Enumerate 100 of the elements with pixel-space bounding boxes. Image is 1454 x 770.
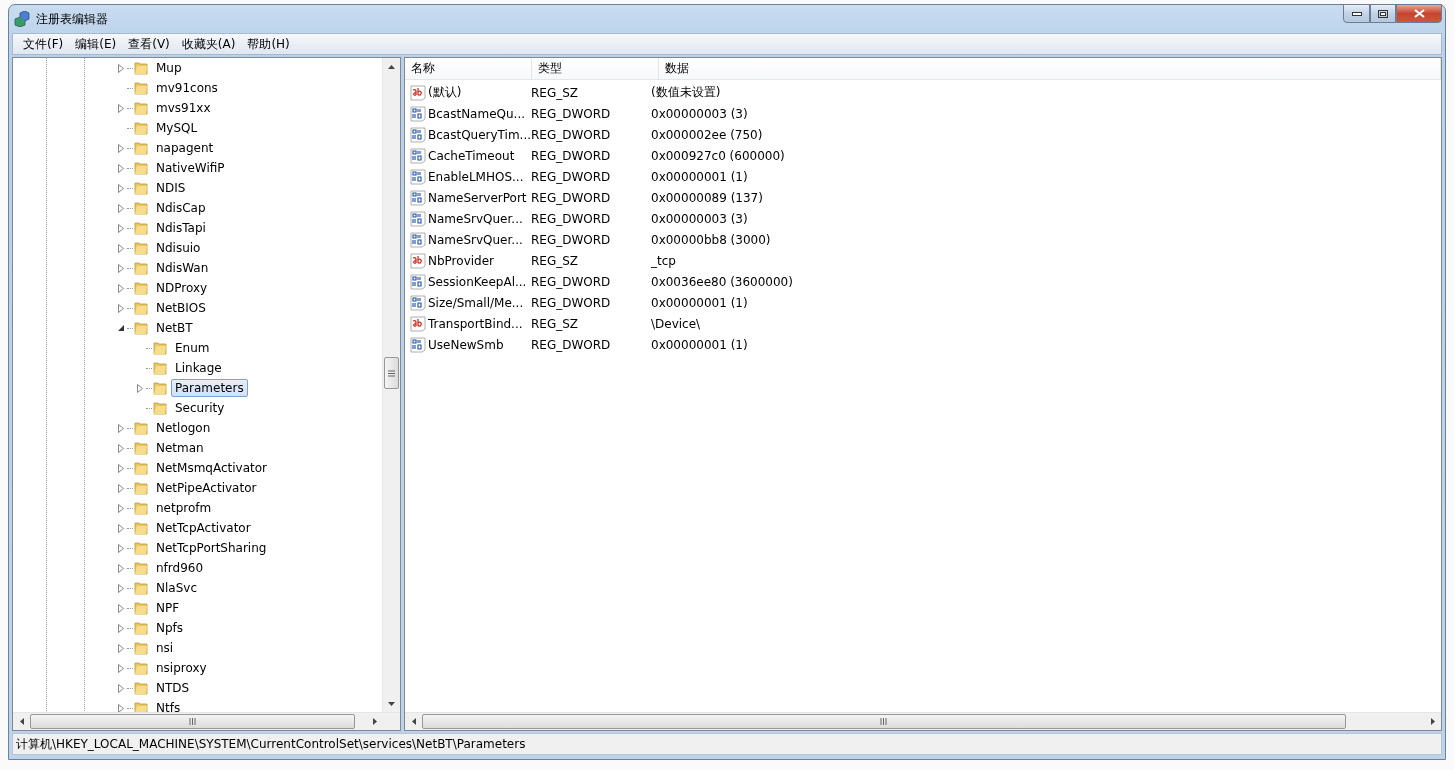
folder-icon: [133, 100, 149, 116]
maximize-button[interactable]: [1370, 4, 1396, 23]
expand-arrow-icon[interactable]: [118, 103, 124, 113]
tree-item[interactable]: NetTcpPortSharing: [152, 539, 271, 557]
folder-icon: [133, 60, 149, 76]
scroll-left-icon[interactable]: [19, 718, 24, 725]
window-title: 注册表编辑器: [36, 10, 109, 28]
tree-item[interactable]: NetTcpActivator: [152, 519, 255, 537]
folder-icon: [133, 280, 149, 296]
horizontal-scrollbar[interactable]: [405, 712, 1441, 730]
minimize-button[interactable]: [1343, 4, 1370, 23]
value-name[interactable]: NameSrvQuer...: [428, 232, 523, 247]
folder-icon: [152, 360, 168, 376]
binary-value-icon: [410, 168, 426, 185]
tree-item[interactable]: Mup: [152, 59, 186, 77]
menu-item[interactable]: 文件(F): [17, 35, 70, 53]
tree-item[interactable]: NlaSvc: [152, 579, 201, 597]
column-header[interactable]: 名称: [405, 58, 532, 79]
menu-item[interactable]: 收藏夹(A): [175, 35, 242, 53]
tree-item[interactable]: NetBIOS: [152, 299, 210, 317]
tree-item[interactable]: Npfs: [152, 619, 188, 637]
folder-icon: [133, 580, 149, 596]
binary-value-icon: [410, 210, 426, 227]
tree-item[interactable]: Ntfs: [152, 699, 185, 712]
tree-item[interactable]: napagent: [152, 139, 218, 157]
tree-item[interactable]: Enum: [171, 339, 214, 357]
tree-item[interactable]: NetMsmqActivator: [152, 459, 272, 477]
horizontal-scrollbar[interactable]: [13, 712, 400, 730]
scroll-thumb[interactable]: [422, 714, 1346, 729]
tree-item[interactable]: Parameters: [171, 379, 248, 397]
menu-item[interactable]: 编辑(E): [69, 35, 123, 53]
folder-icon: [133, 240, 149, 256]
expand-arrow-icon[interactable]: [118, 703, 124, 712]
folder-icon: [133, 440, 149, 456]
folder-icon: [133, 600, 149, 616]
tree-item[interactable]: NetPipeActivator: [152, 479, 261, 497]
tree-item[interactable]: NetBT: [152, 319, 197, 337]
expand-arrow-icon[interactable]: [118, 63, 124, 73]
menu-item[interactable]: 帮助(H): [241, 35, 296, 53]
tree-item[interactable]: mvs91xx: [152, 99, 215, 117]
value-name[interactable]: EnableLMHOS...: [428, 169, 524, 184]
tree-item[interactable]: NdisWan: [152, 259, 213, 277]
tree-item[interactable]: NDIS: [152, 179, 190, 197]
value-name[interactable]: UseNewSmb: [428, 337, 504, 352]
tree-item[interactable]: MySQL: [152, 119, 202, 137]
folder-icon: [133, 420, 149, 436]
column-header[interactable]: 类型: [532, 58, 659, 79]
value-name[interactable]: BcastQueryTim...: [428, 127, 532, 142]
folder-icon: [133, 200, 149, 216]
value-name[interactable]: CacheTimeout: [428, 148, 515, 163]
registry-cubes-icon: [14, 11, 30, 27]
string-value-icon: [410, 252, 426, 269]
value-name[interactable]: NameServerPort: [428, 190, 527, 205]
tree-item[interactable]: nfrd960: [152, 559, 208, 577]
value-type: REG_DWORD: [530, 295, 612, 310]
tree-item[interactable]: Netman: [152, 439, 208, 457]
tree-item[interactable]: netprofm: [152, 499, 216, 517]
tree-item[interactable]: nsi: [152, 639, 178, 657]
scroll-thumb[interactable]: [30, 714, 355, 729]
collapse-arrow-icon[interactable]: [117, 324, 125, 332]
value-name[interactable]: SessionKeepAl...: [428, 274, 527, 289]
binary-value-icon: [410, 273, 426, 290]
tree-item[interactable]: mv91cons: [152, 79, 222, 97]
column-header[interactable]: 数据: [659, 58, 1441, 79]
scroll-up-icon[interactable]: [388, 64, 395, 69]
tree-item[interactable]: NativeWifiP: [152, 159, 229, 177]
value-name[interactable]: Size/Small/Me...: [428, 295, 524, 310]
folder-icon: [133, 300, 149, 316]
tree-item[interactable]: NTDS: [152, 679, 194, 697]
maximize-icon: [1378, 9, 1388, 18]
folder-icon: [133, 140, 149, 156]
value-type: REG_DWORD: [530, 169, 612, 184]
value-name[interactable]: NameSrvQuer...: [428, 211, 523, 226]
tree-item[interactable]: Ndisuio: [152, 239, 205, 257]
scroll-left-icon[interactable]: [411, 718, 416, 725]
menu-item[interactable]: 查看(V): [122, 35, 176, 53]
tree-item[interactable]: Linkage: [171, 359, 226, 377]
tree-item[interactable]: NdisTapi: [152, 219, 210, 237]
value-type: REG_SZ: [530, 253, 580, 268]
value-type: REG_SZ: [530, 316, 580, 331]
close-button[interactable]: [1396, 4, 1442, 23]
tree-item[interactable]: nsiproxy: [152, 659, 211, 677]
value-name[interactable]: NbProvider: [428, 253, 494, 268]
value-name[interactable]: (默认): [428, 84, 462, 101]
tree-item[interactable]: Netlogon: [152, 419, 215, 437]
tree-item[interactable]: Security: [171, 399, 229, 417]
value-data: _tcp: [650, 253, 676, 268]
scroll-down-icon[interactable]: [388, 701, 395, 706]
tree-item[interactable]: NDProxy: [152, 279, 212, 297]
vertical-scrollbar[interactable]: [382, 58, 400, 712]
value-name[interactable]: TransportBind...: [428, 316, 523, 331]
expand-arrow-icon[interactable]: [137, 383, 143, 393]
scroll-right-icon[interactable]: [372, 718, 377, 725]
scroll-right-icon[interactable]: [1430, 718, 1435, 725]
value-name[interactable]: BcastNameQu...: [428, 106, 526, 121]
value-data: 0x000927c0 (600000): [650, 148, 785, 163]
value-type: REG_DWORD: [530, 232, 612, 247]
tree-item[interactable]: NPF: [152, 599, 184, 617]
tree-item[interactable]: NdisCap: [152, 199, 210, 217]
scroll-thumb[interactable]: [384, 357, 399, 389]
